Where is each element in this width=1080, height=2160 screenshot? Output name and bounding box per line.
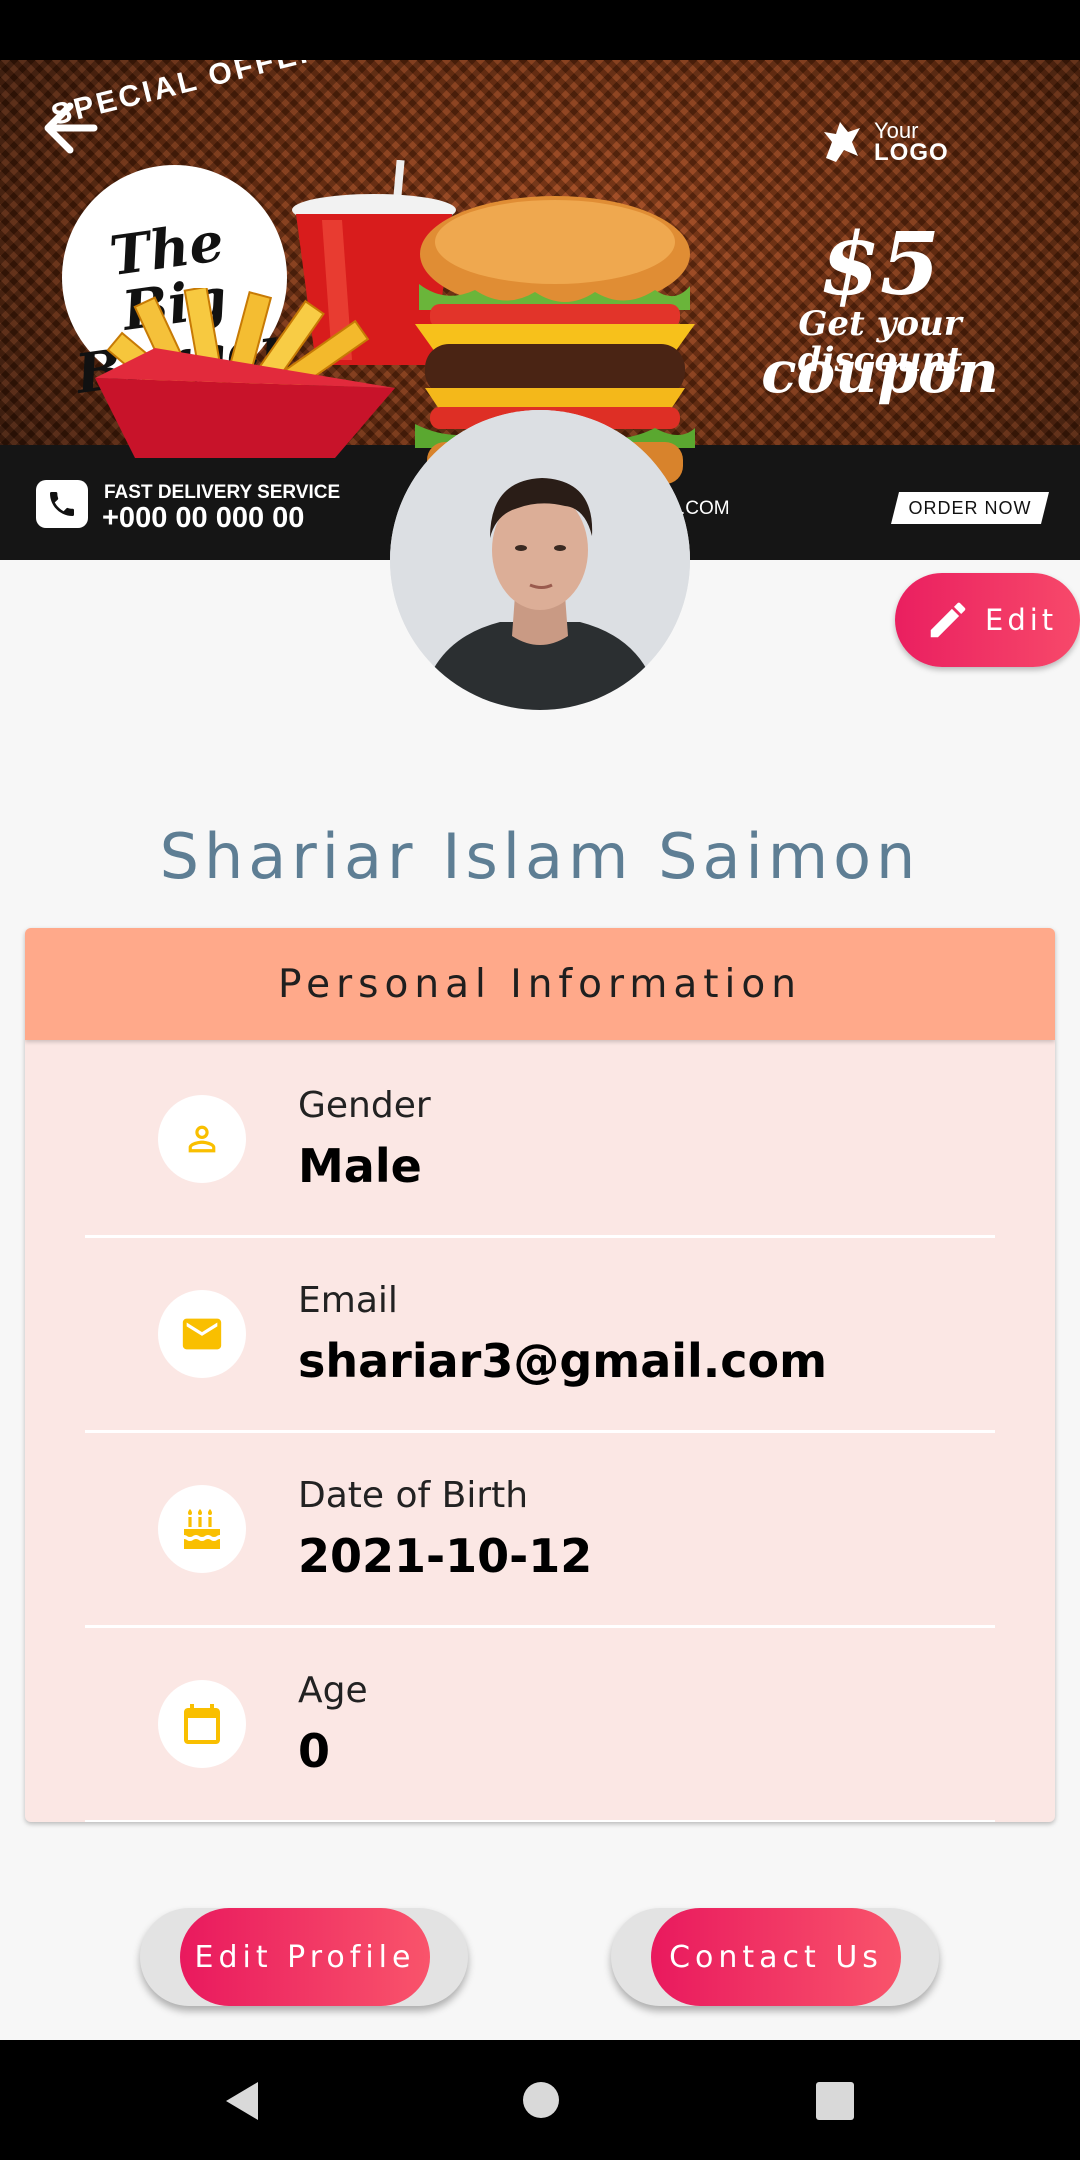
age-label: Age (298, 1670, 368, 1711)
lion-logo-icon (824, 122, 860, 162)
order-now-button: ORDER NOW (891, 492, 1049, 524)
website-text: .COM (680, 498, 730, 519)
info-row-gender: Gender Male (85, 1040, 995, 1238)
delivery-phone: +000 00 000 00 (102, 502, 305, 534)
info-row-email: Email shariar3@gmail.com (85, 1235, 995, 1433)
dob-label: Date of Birth (298, 1475, 529, 1516)
pencil-icon (930, 602, 966, 638)
edit-profile-label: Edit Profile (194, 1939, 416, 1975)
calendar-icon (158, 1680, 246, 1768)
age-value: 0 (298, 1724, 331, 1778)
profile-avatar (390, 410, 690, 710)
person-icon (158, 1095, 246, 1183)
brand-logo-text: Your LOGO (874, 120, 949, 166)
contact-us-button[interactable]: Contact Us (651, 1908, 901, 2006)
edit-fab-label: Edit (985, 603, 1058, 637)
order-now-label: ORDER NOW (908, 498, 1032, 518)
edit-profile-button-shell: Edit Profile (140, 1908, 468, 2006)
email-label: Email (298, 1280, 398, 1321)
dob-value: 2021-10-12 (298, 1529, 593, 1583)
info-row-dob: Date of Birth 2021-10-12 (85, 1430, 995, 1628)
cake-icon (158, 1485, 246, 1573)
nav-back-icon[interactable] (222, 2080, 262, 2122)
promo-price: $5 (820, 214, 940, 315)
edit-profile-button[interactable]: Edit Profile (180, 1908, 430, 2006)
special-offer-text: SPECIAL OFFER (48, 60, 327, 133)
contact-us-label: Contact Us (669, 1939, 883, 1975)
gender-value: Male (298, 1139, 422, 1193)
edit-profile-fab[interactable]: Edit (895, 573, 1080, 667)
nav-recent-apps-icon[interactable] (816, 2082, 854, 2120)
info-row-age: Age 0 (85, 1625, 995, 1822)
gender-label: Gender (298, 1085, 431, 1126)
nav-home-icon[interactable] (523, 2082, 559, 2118)
contact-us-button-shell: Contact Us (611, 1908, 939, 2006)
coupon-text: coupon (761, 338, 999, 406)
email-icon (158, 1290, 246, 1378)
logo-line2: LOGO (874, 139, 949, 166)
profile-name: Shariar Islam Saimon (159, 820, 921, 893)
personal-info-title: Personal Information (278, 961, 802, 1007)
delivery-label: FAST DELIVERY SERVICE (104, 482, 341, 503)
personal-info-header: Personal Information (25, 928, 1055, 1040)
email-value: shariar3@gmail.com (298, 1334, 828, 1388)
fries-image (95, 288, 395, 458)
status-bar (0, 0, 1080, 60)
personal-info-card: Personal Information Gender Male Email s… (25, 928, 1055, 1822)
phone-icon (36, 480, 88, 528)
